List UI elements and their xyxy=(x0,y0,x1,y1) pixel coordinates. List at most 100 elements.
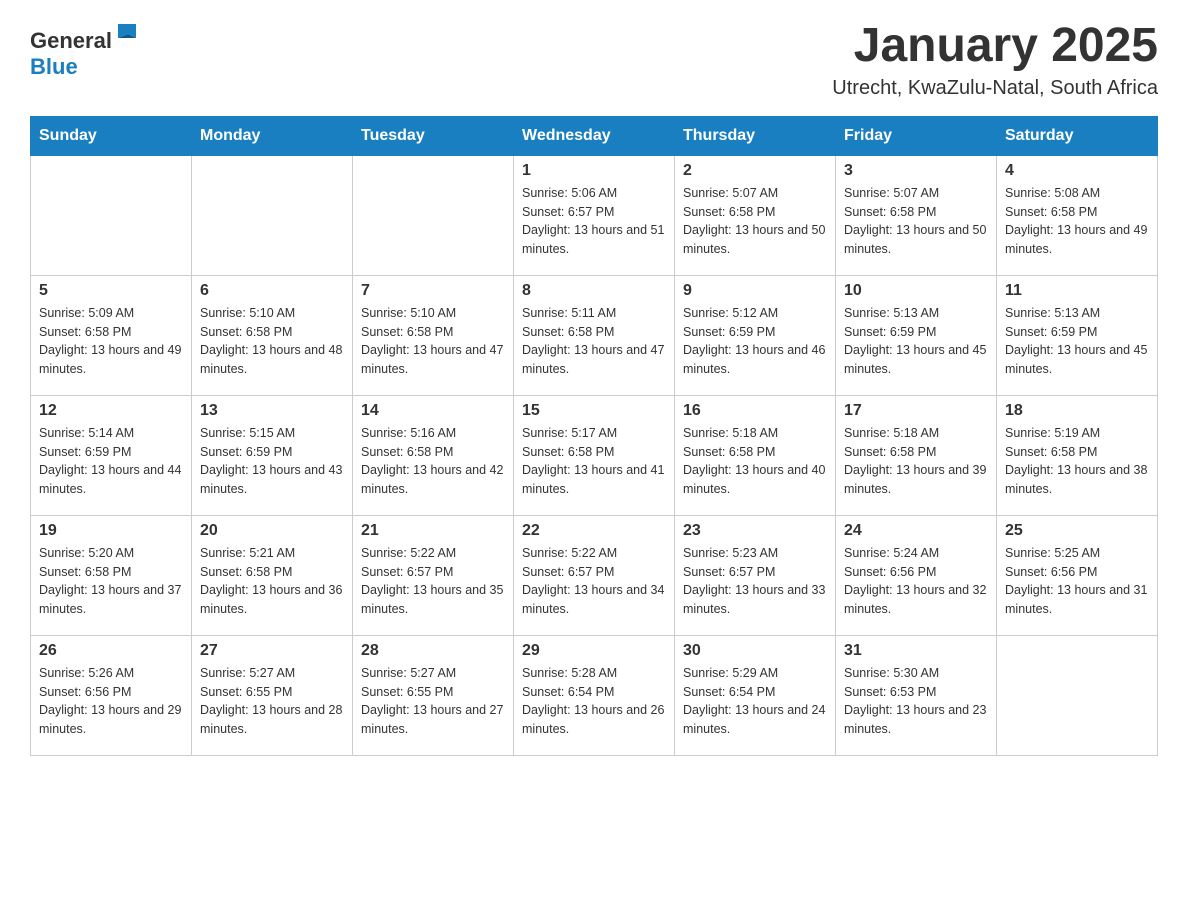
calendar-header-row: SundayMondayTuesdayWednesdayThursdayFrid… xyxy=(31,116,1158,155)
day-number: 6 xyxy=(200,282,344,300)
calendar-cell: 15Sunrise: 5:17 AM Sunset: 6:58 PM Dayli… xyxy=(514,395,675,515)
calendar-cell xyxy=(997,635,1158,755)
calendar-cell: 8 Sunrise: 5:11 AM Sunset: 6:58 PM Daylig… xyxy=(514,275,675,395)
calendar-cell: 24 Sunrise: 5:24 AM Sunset: 6:56 PM Dayli… xyxy=(836,515,997,635)
calendar-cell: 11 Sunrise: 5:13 AM Sunset: 6:59 PM Dayli… xyxy=(997,275,1158,395)
day-info: Sunrise: 5:06 AM Sunset: 6:57 PM Dayligh… xyxy=(522,184,666,259)
day-info: Sunrise: 5:10 AM Sunset: 6:58 PM Dayligh… xyxy=(200,304,344,379)
day-info: Sunrise: 5:25 AM Sunset: 6:56 PM Dayligh… xyxy=(1005,544,1149,619)
logo-wordmark: General Blue xyxy=(30,20,142,80)
day-info: Sunrise: 5:29 AM Sunset: 6:54 PM Dayligh… xyxy=(683,664,827,739)
header-monday: Monday xyxy=(192,116,353,155)
day-number: 5 xyxy=(39,282,183,300)
day-info: Sunrise: 5:19 AM Sunset: 6:58 PM Dayligh… xyxy=(1005,424,1149,499)
day-info: Sunrise: 5:26 AM Sunset: 6:56 PM Dayligh… xyxy=(39,664,183,739)
day-number: 17 xyxy=(844,402,988,420)
day-info: Sunrise: 5:27 AM Sunset: 6:55 PM Dayligh… xyxy=(361,664,505,739)
calendar-cell: 2Sunrise: 5:07 AM Sunset: 6:58 PM Daylig… xyxy=(675,155,836,275)
day-info: Sunrise: 5:16 AM Sunset: 6:58 PM Dayligh… xyxy=(361,424,505,499)
day-info: Sunrise: 5:28 AM Sunset: 6:54 PM Dayligh… xyxy=(522,664,666,739)
header-sunday: Sunday xyxy=(31,116,192,155)
calendar-cell: 25 Sunrise: 5:25 AM Sunset: 6:56 PM Dayli… xyxy=(997,515,1158,635)
day-number: 11 xyxy=(1005,282,1149,300)
calendar-cell: 27Sunrise: 5:27 AM Sunset: 6:55 PM Dayli… xyxy=(192,635,353,755)
day-number: 16 xyxy=(683,402,827,420)
calendar-cell: 17 Sunrise: 5:18 AM Sunset: 6:58 PM Dayli… xyxy=(836,395,997,515)
logo-general-text: General xyxy=(30,28,112,53)
day-info: Sunrise: 5:22 AM Sunset: 6:57 PM Dayligh… xyxy=(361,544,505,619)
day-number: 25 xyxy=(1005,522,1149,540)
calendar-cell xyxy=(192,155,353,275)
calendar-cell: 10 Sunrise: 5:13 AM Sunset: 6:59 PM Dayli… xyxy=(836,275,997,395)
day-info: Sunrise: 5:08 AM Sunset: 6:58 PM Dayligh… xyxy=(1005,184,1149,259)
calendar-cell: 29 Sunrise: 5:28 AM Sunset: 6:54 PM Dayli… xyxy=(514,635,675,755)
day-number: 18 xyxy=(1005,402,1149,420)
calendar-cell: 31 Sunrise: 5:30 AM Sunset: 6:53 PM Dayli… xyxy=(836,635,997,755)
day-info: Sunrise: 5:18 AM Sunset: 6:58 PM Dayligh… xyxy=(844,424,988,499)
day-number: 21 xyxy=(361,522,505,540)
title-area: January 2025 Utrecht, KwaZulu-Natal, Sou… xyxy=(832,20,1158,100)
calendar-cell: 12 Sunrise: 5:14 AM Sunset: 6:59 PM Dayli… xyxy=(31,395,192,515)
day-info: Sunrise: 5:17 AM Sunset: 6:58 PM Dayligh… xyxy=(522,424,666,499)
week-row-3: 12 Sunrise: 5:14 AM Sunset: 6:59 PM Dayli… xyxy=(31,395,1158,515)
day-info: Sunrise: 5:10 AM Sunset: 6:58 PM Dayligh… xyxy=(361,304,505,379)
day-number: 14 xyxy=(361,402,505,420)
day-number: 10 xyxy=(844,282,988,300)
day-number: 19 xyxy=(39,522,183,540)
day-number: 20 xyxy=(200,522,344,540)
day-info: Sunrise: 5:20 AM Sunset: 6:58 PM Dayligh… xyxy=(39,544,183,619)
calendar-cell: 18 Sunrise: 5:19 AM Sunset: 6:58 PM Dayli… xyxy=(997,395,1158,515)
day-number: 7 xyxy=(361,282,505,300)
calendar-cell: 23Sunrise: 5:23 AM Sunset: 6:57 PM Dayli… xyxy=(675,515,836,635)
day-info: Sunrise: 5:09 AM Sunset: 6:58 PM Dayligh… xyxy=(39,304,183,379)
day-number: 4 xyxy=(1005,162,1149,180)
day-info: Sunrise: 5:13 AM Sunset: 6:59 PM Dayligh… xyxy=(1005,304,1149,379)
day-number: 9 xyxy=(683,282,827,300)
calendar-cell xyxy=(31,155,192,275)
calendar-title: January 2025 xyxy=(832,20,1158,73)
day-number: 8 xyxy=(522,282,666,300)
header-saturday: Saturday xyxy=(997,116,1158,155)
calendar-cell: 14 Sunrise: 5:16 AM Sunset: 6:58 PM Dayli… xyxy=(353,395,514,515)
day-number: 26 xyxy=(39,642,183,660)
calendar-cell: 20Sunrise: 5:21 AM Sunset: 6:58 PM Dayli… xyxy=(192,515,353,635)
logo-blue-text: Blue xyxy=(30,54,78,79)
day-number: 13 xyxy=(200,402,344,420)
calendar-table: SundayMondayTuesdayWednesdayThursdayFrid… xyxy=(30,116,1158,756)
calendar-cell: 19 Sunrise: 5:20 AM Sunset: 6:58 PM Dayli… xyxy=(31,515,192,635)
day-info: Sunrise: 5:30 AM Sunset: 6:53 PM Dayligh… xyxy=(844,664,988,739)
day-info: Sunrise: 5:23 AM Sunset: 6:57 PM Dayligh… xyxy=(683,544,827,619)
week-row-5: 26 Sunrise: 5:26 AM Sunset: 6:56 PM Dayli… xyxy=(31,635,1158,755)
day-number: 24 xyxy=(844,522,988,540)
page-header: General Blue January 2025 Utrecht, KwaZu… xyxy=(30,20,1158,100)
day-number: 30 xyxy=(683,642,827,660)
day-number: 31 xyxy=(844,642,988,660)
day-info: Sunrise: 5:24 AM Sunset: 6:56 PM Dayligh… xyxy=(844,544,988,619)
header-thursday: Thursday xyxy=(675,116,836,155)
week-row-1: 1Sunrise: 5:06 AM Sunset: 6:57 PM Daylig… xyxy=(31,155,1158,275)
logo: General Blue xyxy=(30,20,142,80)
day-info: Sunrise: 5:14 AM Sunset: 6:59 PM Dayligh… xyxy=(39,424,183,499)
calendar-cell: 22Sunrise: 5:22 AM Sunset: 6:57 PM Dayli… xyxy=(514,515,675,635)
day-info: Sunrise: 5:22 AM Sunset: 6:57 PM Dayligh… xyxy=(522,544,666,619)
header-wednesday: Wednesday xyxy=(514,116,675,155)
day-number: 12 xyxy=(39,402,183,420)
calendar-cell: 26 Sunrise: 5:26 AM Sunset: 6:56 PM Dayli… xyxy=(31,635,192,755)
calendar-cell: 21 Sunrise: 5:22 AM Sunset: 6:57 PM Dayli… xyxy=(353,515,514,635)
day-number: 29 xyxy=(522,642,666,660)
day-number: 3 xyxy=(844,162,988,180)
header-tuesday: Tuesday xyxy=(353,116,514,155)
calendar-cell: 1Sunrise: 5:06 AM Sunset: 6:57 PM Daylig… xyxy=(514,155,675,275)
day-info: Sunrise: 5:13 AM Sunset: 6:59 PM Dayligh… xyxy=(844,304,988,379)
calendar-cell: 13 Sunrise: 5:15 AM Sunset: 6:59 PM Dayli… xyxy=(192,395,353,515)
week-row-2: 5 Sunrise: 5:09 AM Sunset: 6:58 PM Daylig… xyxy=(31,275,1158,395)
day-info: Sunrise: 5:11 AM Sunset: 6:58 PM Dayligh… xyxy=(522,304,666,379)
day-info: Sunrise: 5:12 AM Sunset: 6:59 PM Dayligh… xyxy=(683,304,827,379)
day-number: 2 xyxy=(683,162,827,180)
calendar-cell: 9 Sunrise: 5:12 AM Sunset: 6:59 PM Daylig… xyxy=(675,275,836,395)
calendar-cell: 4 Sunrise: 5:08 AM Sunset: 6:58 PM Daylig… xyxy=(997,155,1158,275)
calendar-cell: 5 Sunrise: 5:09 AM Sunset: 6:58 PM Daylig… xyxy=(31,275,192,395)
calendar-cell xyxy=(353,155,514,275)
calendar-subtitle: Utrecht, KwaZulu-Natal, South Africa xyxy=(832,77,1158,100)
day-info: Sunrise: 5:15 AM Sunset: 6:59 PM Dayligh… xyxy=(200,424,344,499)
